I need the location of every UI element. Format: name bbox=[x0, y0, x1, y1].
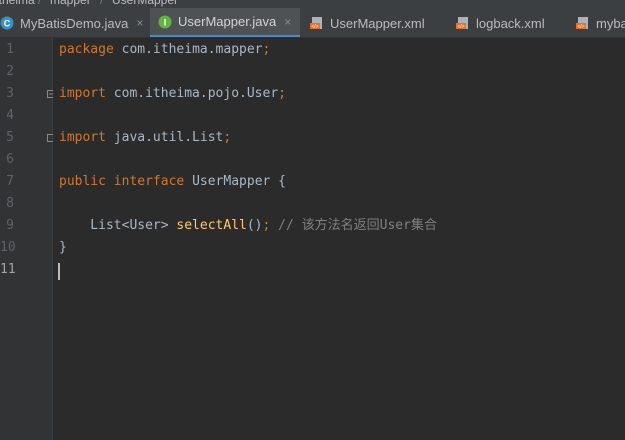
class-icon: C bbox=[0, 16, 14, 30]
line-number: 2 bbox=[6, 64, 14, 79]
breadcrumb-item-package[interactable]: itheima bbox=[0, 0, 35, 8]
keyword: interface bbox=[113, 174, 185, 189]
interface-declaration: UserMapper { bbox=[184, 174, 286, 189]
xml-file-icon: </> bbox=[456, 17, 468, 30]
xml-file-icon: </> bbox=[576, 17, 588, 30]
tab-label: logback.xml bbox=[476, 15, 545, 31]
tab-label: myba bbox=[596, 15, 625, 31]
line-number: 1 bbox=[6, 42, 14, 57]
code-line: List<User> selectAll(); // 该方法名返回User集合 bbox=[53, 215, 625, 237]
breadcrumb: itheima / mapper / UserMapper bbox=[0, 0, 625, 8]
semicolon: ; bbox=[262, 42, 271, 57]
tab-label: UserMapper.java bbox=[178, 14, 277, 29]
keyword: import bbox=[59, 130, 106, 145]
svg-text:I: I bbox=[164, 17, 167, 27]
method-name: selectAll bbox=[176, 218, 247, 233]
line-number-current: 11 bbox=[0, 262, 16, 277]
tab-mybatisdemo-java[interactable]: C MyBatisDemo.java × bbox=[0, 8, 146, 37]
package-name: com.itheima.mapper bbox=[113, 42, 263, 57]
line-number: 3 bbox=[6, 86, 14, 101]
close-icon[interactable]: × bbox=[284, 15, 291, 29]
breadcrumb-item-mapper[interactable]: mapper bbox=[50, 0, 91, 8]
line-number: 7 bbox=[6, 174, 14, 189]
code-comment: // 该方法名返回User集合 bbox=[270, 218, 437, 233]
text-caret bbox=[58, 263, 60, 280]
code-line: public interface UserMapper { bbox=[53, 171, 625, 193]
tab-logback-xml[interactable]: </> logback.xml bbox=[450, 8, 575, 37]
line-number: 8 bbox=[6, 196, 14, 211]
editor-tab-bar: C MyBatisDemo.java × I UserMapper.java ×… bbox=[0, 8, 625, 38]
line-number: 5 bbox=[6, 130, 14, 145]
tab-label: MyBatisDemo.java bbox=[20, 15, 129, 31]
keyword: package bbox=[59, 42, 114, 57]
breadcrumb-separator: / bbox=[38, 0, 42, 7]
line-number: 6 bbox=[6, 152, 14, 167]
code-editor[interactable]: package com.itheima.mapper; import com.i… bbox=[53, 38, 625, 440]
breadcrumb-separator: / bbox=[100, 0, 104, 7]
line-number: 9 bbox=[6, 218, 14, 233]
tab-label: UserMapper.xml bbox=[330, 15, 425, 31]
code-line: import java.util.List; bbox=[53, 127, 625, 149]
semicolon: ; bbox=[223, 130, 232, 145]
code-line: package com.itheima.mapper; bbox=[53, 39, 625, 61]
line-number: 10 bbox=[0, 240, 16, 255]
tab-usermapper-xml[interactable]: </> UserMapper.xml bbox=[300, 8, 450, 37]
return-type: List<User> bbox=[59, 218, 177, 233]
parentheses: () bbox=[246, 218, 263, 233]
code-line: import com.itheima.pojo.User; bbox=[53, 83, 625, 105]
close-icon[interactable]: × bbox=[136, 16, 143, 30]
tab-myba[interactable]: </> myba bbox=[570, 8, 625, 37]
import-name: com.itheima.pojo.User bbox=[105, 86, 279, 101]
semicolon: ; bbox=[278, 86, 286, 101]
svg-text:</>: </> bbox=[311, 24, 318, 30]
keyword: import bbox=[59, 86, 106, 101]
svg-text:</>: </> bbox=[577, 24, 584, 30]
line-number-gutter[interactable]: 1 2 3 4 5 6 7 8 9 10 11 bbox=[0, 38, 53, 440]
import-name: java.util.List bbox=[105, 130, 224, 145]
breadcrumb-item-file[interactable]: UserMapper bbox=[112, 0, 178, 8]
closing-brace: } bbox=[59, 240, 67, 255]
keyword: public bbox=[59, 174, 106, 189]
code-line: } bbox=[53, 237, 625, 259]
line-number: 4 bbox=[6, 108, 14, 123]
svg-text:C: C bbox=[4, 19, 11, 29]
svg-text:</>: </> bbox=[457, 24, 464, 30]
interface-icon: I bbox=[158, 15, 172, 28]
tab-usermapper-java[interactable]: I UserMapper.java × bbox=[150, 8, 300, 37]
xml-file-icon: </> bbox=[310, 17, 322, 30]
